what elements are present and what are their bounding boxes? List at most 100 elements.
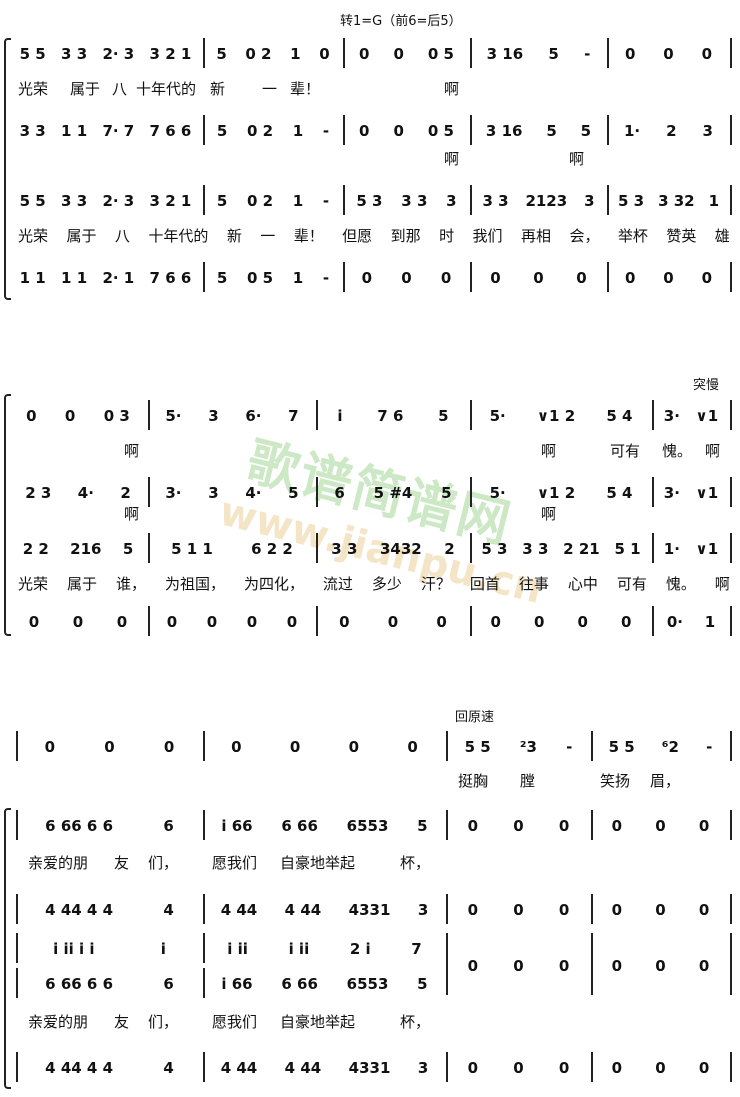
note-group: 0 xyxy=(611,817,623,835)
note-group: 5· xyxy=(489,407,506,425)
note-group: 0 xyxy=(26,407,37,425)
note-group: 6553 xyxy=(346,975,389,993)
note-group: i xyxy=(160,940,166,958)
measure: i 66 6 66 6553 5 xyxy=(207,814,442,838)
lyric-word: 八 xyxy=(112,80,128,98)
lyric-word: 会， xyxy=(569,227,600,245)
bar-line xyxy=(148,400,150,430)
note-group: 3 xyxy=(584,192,595,210)
measure: 0 0 0 0 xyxy=(207,735,442,759)
note-group: ⁶2 xyxy=(661,738,679,756)
note-group: 6 xyxy=(163,975,174,993)
bar-line xyxy=(470,533,472,563)
note-group: - xyxy=(584,45,591,63)
note-group: 5 xyxy=(216,269,228,287)
measure: 0 0 0 0 xyxy=(152,610,312,634)
note-group: 5 1 xyxy=(614,540,641,558)
note-group: 3 xyxy=(208,407,219,425)
note-group: 0 3 xyxy=(103,407,130,425)
note-group: ∨1 2 xyxy=(536,484,576,502)
note-group: 5 5 xyxy=(19,192,46,210)
lyric-word: 眉， xyxy=(650,772,681,790)
note-group: 0 5 xyxy=(427,45,454,63)
lyric-word: 但愿 xyxy=(342,227,373,245)
note-group: 2123 xyxy=(525,192,568,210)
measure: 0 0 0 3 xyxy=(12,404,144,428)
lyric-word: 们， xyxy=(148,1013,179,1031)
lyric-word: 心中 xyxy=(567,575,598,593)
lyric-word: 流过 xyxy=(322,575,353,593)
bar-line xyxy=(16,968,18,998)
note-group: 0 xyxy=(467,1059,479,1077)
staff-row: 3 3 1 1 7· 7 7 6 6 5 0 2 1- 0 0 0 5 3 16 5 5 1· 2 3 xyxy=(0,115,740,145)
note-group: 4331 xyxy=(348,901,391,919)
note-group: 5 xyxy=(441,484,452,502)
note-group: 4· xyxy=(245,484,262,502)
lyric-word: 时 xyxy=(439,227,455,245)
note-group: 0· xyxy=(666,613,683,631)
measure: 2 3 4· 2 xyxy=(12,481,144,505)
note-group: 2· 3 xyxy=(102,45,135,63)
note-group: 0 xyxy=(663,45,674,63)
note-group: 3 32 xyxy=(658,192,695,210)
measure: 0 0 0 xyxy=(450,1056,587,1080)
measure: 2 2 216 5 xyxy=(12,537,144,561)
note-group: 6 xyxy=(163,817,174,835)
note-group: 0 xyxy=(64,407,76,425)
note-group: 5 xyxy=(548,45,559,63)
bar-line xyxy=(203,731,205,761)
measure: 3· ∨1 xyxy=(656,404,726,428)
lyric-word: 举杯 xyxy=(617,227,648,245)
note-group: 5 5 xyxy=(19,45,46,63)
staff-row: 0 0 0 3 5· 3 6· 7 i 7 6 5 5· ∨1 2 5 4 3· ∨1 xyxy=(0,400,740,430)
staff-row: i ii i iii ii i ii 2 i7000000 xyxy=(0,933,740,995)
note-group: 0 2 xyxy=(246,192,274,210)
note-group: 4 44 xyxy=(220,1059,258,1077)
note-group: 1 1 xyxy=(19,269,46,287)
measure: 5 0 2 1- xyxy=(207,189,339,213)
note-group: 0 xyxy=(655,1059,666,1077)
note-group: 2· 1 xyxy=(102,269,135,287)
note-group: 5 xyxy=(122,540,134,558)
note-group: 5· xyxy=(489,484,506,502)
note-group: 0 xyxy=(348,738,360,756)
lyric-word: 啊 xyxy=(569,150,585,168)
bar-line xyxy=(148,533,150,563)
note-group: 0 xyxy=(490,613,501,631)
bar-line xyxy=(470,477,472,507)
note-group: - xyxy=(322,192,330,210)
note-group: 0 5 xyxy=(427,122,454,140)
note-group: 0 xyxy=(28,613,40,631)
bar-line xyxy=(470,606,472,636)
lyric-word: 新 xyxy=(210,80,226,98)
lyric-word: 属于 xyxy=(70,80,101,98)
note-group: 0 xyxy=(44,738,56,756)
measure: 3 3 3432 2 xyxy=(320,537,466,561)
bar-line xyxy=(730,810,732,840)
lyric-word: 啊 xyxy=(444,80,460,98)
note-group: 3 2 1 xyxy=(149,192,192,210)
lyric-word: 属于 xyxy=(66,227,97,245)
note-group: 2 21 xyxy=(563,540,600,558)
note-group: 6 2 2 xyxy=(251,540,293,558)
lyric-word: 膛 xyxy=(520,772,536,790)
bar-line xyxy=(730,731,732,761)
lyric-word: 啊 xyxy=(705,442,721,460)
note-group: 4 44 xyxy=(220,901,258,919)
note-group: 5 xyxy=(288,484,299,502)
note-group: 1 xyxy=(708,192,720,210)
note-group: 3 xyxy=(417,1059,429,1077)
lyric-word: 啊 xyxy=(444,150,460,168)
measure: 3· ∨1 xyxy=(656,481,726,505)
note-group: 0 5 xyxy=(246,269,274,287)
note-group: 0 xyxy=(611,1059,623,1077)
note-group: 1 xyxy=(292,122,304,140)
tempo-primo-annotation: 回原速 xyxy=(455,710,495,725)
bar-line xyxy=(730,400,732,430)
bar-line xyxy=(16,933,18,963)
slow-down-annotation: 突慢 xyxy=(693,378,720,393)
note-group: 0 xyxy=(576,269,587,287)
note-group: 3 16 xyxy=(485,122,523,140)
bar-line xyxy=(148,606,150,636)
lyric-word: 我们 xyxy=(472,227,503,245)
